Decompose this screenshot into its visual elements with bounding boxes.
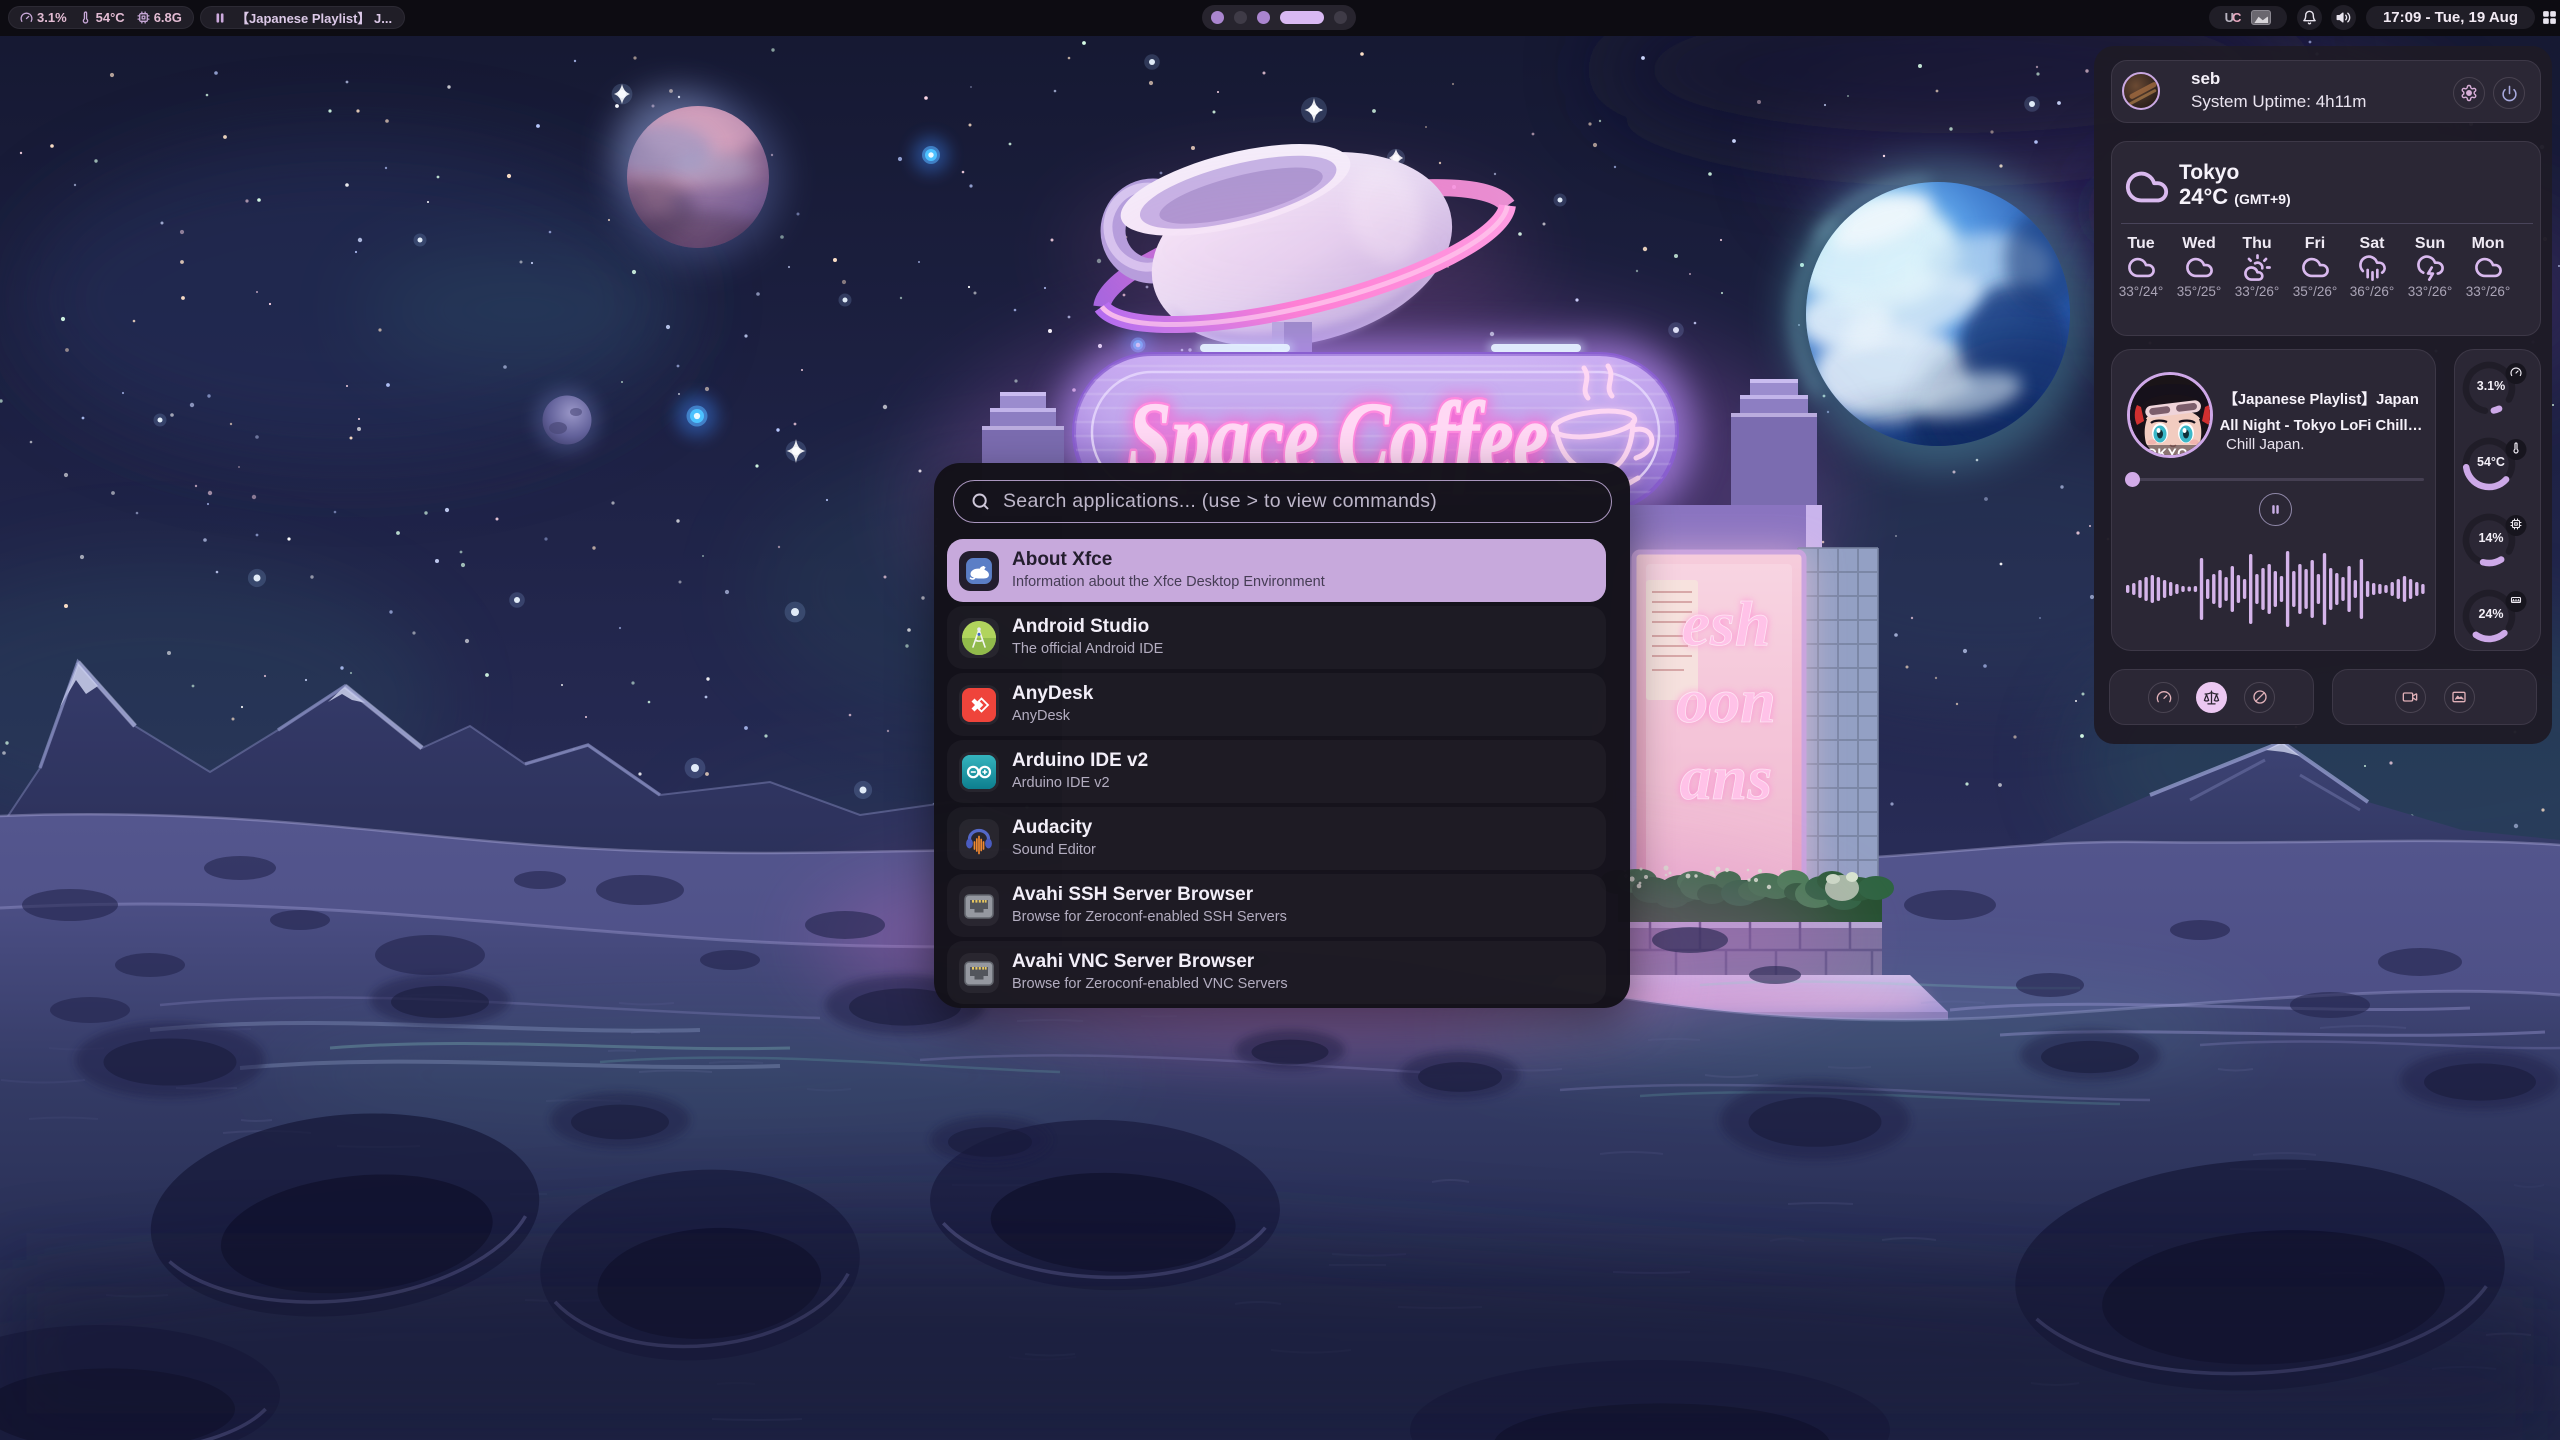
svg-text:oon: oon xyxy=(1676,665,1776,736)
svg-text:esh: esh xyxy=(1682,588,1771,659)
svg-text:ans: ans xyxy=(1680,742,1773,813)
